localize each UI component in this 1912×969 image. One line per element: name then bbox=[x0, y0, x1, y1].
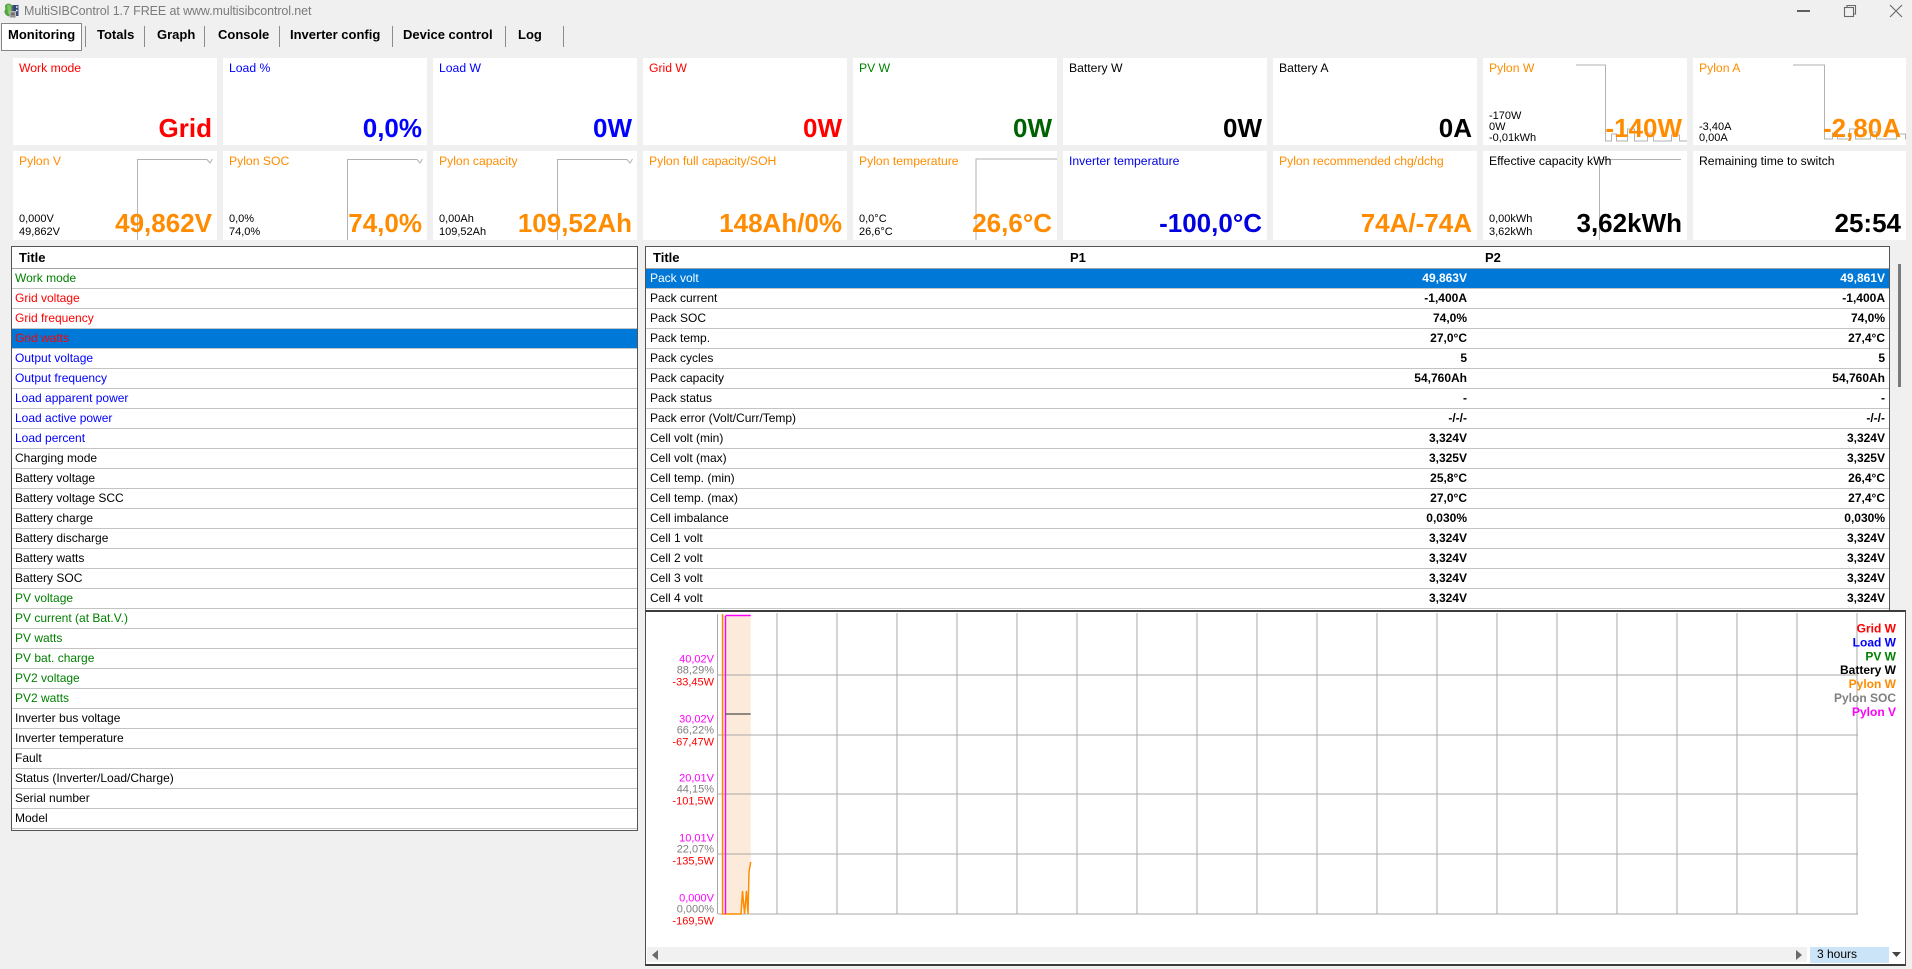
svg-text:Load W: Load W bbox=[1853, 635, 1897, 649]
svg-text:-101,5W: -101,5W bbox=[672, 796, 714, 808]
svg-text:Pylon SOC: Pylon SOC bbox=[1834, 691, 1896, 705]
svg-text:-135,5W: -135,5W bbox=[672, 856, 714, 868]
svg-text:44,15%: 44,15% bbox=[677, 784, 715, 796]
svg-text:66,22%: 66,22% bbox=[677, 725, 715, 737]
svg-text:-67,47W: -67,47W bbox=[672, 737, 714, 749]
svg-text:-169,5W: -169,5W bbox=[672, 916, 714, 928]
svg-text:Battery W: Battery W bbox=[1840, 663, 1897, 677]
svg-text:Pylon W: Pylon W bbox=[1849, 677, 1897, 691]
svg-text:Grid W: Grid W bbox=[1857, 622, 1897, 636]
svg-text:0,000%: 0,000% bbox=[677, 904, 715, 916]
svg-text:88,29%: 88,29% bbox=[677, 665, 715, 677]
svg-text:22,07%: 22,07% bbox=[677, 844, 715, 856]
svg-text:-33,45W: -33,45W bbox=[672, 677, 714, 689]
svg-text:Pylon V: Pylon V bbox=[1852, 705, 1896, 719]
svg-text:PV W: PV W bbox=[1865, 649, 1896, 663]
